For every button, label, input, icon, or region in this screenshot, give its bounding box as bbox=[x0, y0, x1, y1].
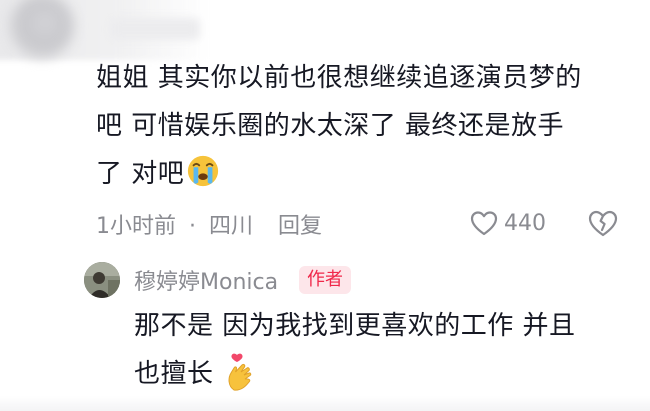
comment-line: 姐姐 其实你以前也很想继续追逐演员梦的 bbox=[96, 63, 582, 93]
comment-line-last: 了 对吧 bbox=[96, 150, 626, 198]
comment-line: 吧 可惜娱乐圈的水太深了 最终还是放手 bbox=[96, 111, 565, 141]
comment-thread: 姐姐 其实你以前也很想继续追逐演员梦的 吧 可惜娱乐圈的水太深了 最终还是放手 … bbox=[0, 0, 650, 411]
comment-location: 四川 bbox=[209, 214, 254, 239]
author-avatar[interactable] bbox=[84, 262, 120, 298]
broken-heart-icon[interactable] bbox=[588, 209, 618, 237]
reply-line: 那不是 因为我找到更喜欢的工作 并且 bbox=[134, 311, 576, 341]
reply-button[interactable]: 回复 bbox=[278, 208, 322, 240]
author-badge: 作者 bbox=[299, 266, 351, 294]
reply-line-text: 也擅长 bbox=[134, 359, 214, 389]
comment-line-text: 了 对吧 bbox=[96, 159, 185, 189]
commenter-name-blurred bbox=[110, 18, 200, 40]
like-button[interactable]: 440 bbox=[470, 207, 546, 239]
next-item-blur bbox=[0, 396, 650, 411]
heart-hands-emoji bbox=[228, 353, 251, 391]
crying-face-emoji bbox=[188, 155, 219, 187]
reply-line-last: 也擅长 bbox=[134, 350, 634, 398]
avatar-image bbox=[84, 262, 120, 298]
reply-body: 那不是 因为我找到更喜欢的工作 并且 也擅长 bbox=[134, 302, 634, 398]
comment-body: 姐姐 其实你以前也很想继续追逐演员梦的 吧 可惜娱乐圈的水太深了 最终还是放手 … bbox=[96, 54, 626, 198]
author-username[interactable]: 穆婷婷Monica bbox=[134, 264, 278, 296]
like-count: 440 bbox=[504, 210, 546, 236]
comment-meta: 1小时前 · 四川 bbox=[96, 208, 253, 240]
meta-separator: · bbox=[189, 214, 196, 239]
comment-time: 1小时前 bbox=[96, 214, 176, 239]
heart-outline-icon bbox=[470, 211, 498, 236]
